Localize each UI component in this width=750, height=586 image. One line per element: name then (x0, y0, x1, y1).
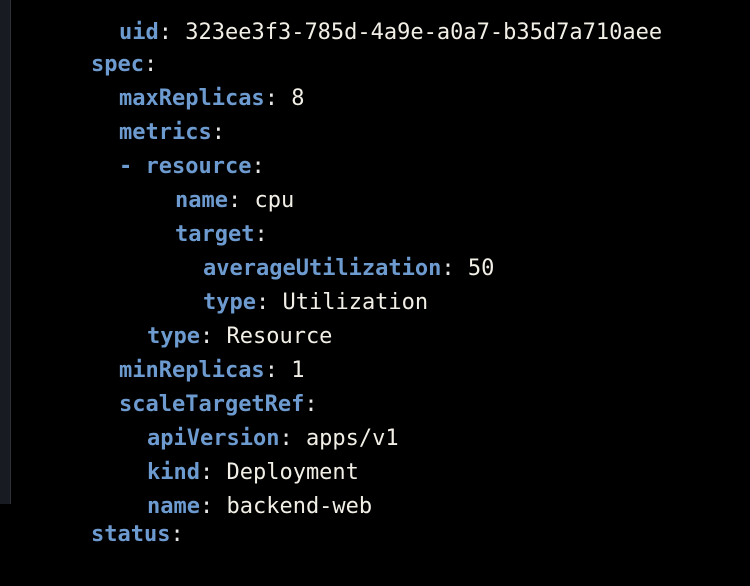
code-line-metrics[interactable]: metrics: (66, 82, 225, 145)
code-line-minreplicas[interactable]: minReplicas: 1 (66, 320, 304, 383)
yaml-key: status (90, 522, 171, 547)
code-line-type-utilization[interactable]: type: Utilization (150, 252, 428, 315)
yaml-editor[interactable]: uid: 323ee3f3-785d-4a9e-a0a7-b35d7a710ae… (0, 0, 750, 547)
yaml-value: 323ee3f3-785d-4a9e-a0a7-b35d7a710aee (185, 20, 663, 45)
code-line-resource[interactable]: - resource: (66, 116, 265, 179)
code-line-target[interactable]: target: (122, 184, 268, 247)
code-line-scaletargetref[interactable]: scaleTargetRef: (66, 354, 318, 417)
code-line-averageutilization[interactable]: averageUtilization: 50 (150, 218, 494, 281)
code-line-type-resource[interactable]: type: Resource (94, 286, 332, 349)
yaml-value: 50 (467, 256, 495, 281)
code-line-apiversion[interactable]: apiVersion: apps/v1 (94, 388, 399, 451)
yaml-value: backend-web (226, 494, 373, 519)
code-line-spec[interactable]: spec: (38, 14, 157, 77)
code-line-kind[interactable]: kind: Deployment (94, 422, 359, 485)
code-line-maxreplicas[interactable]: maxReplicas: 8 (66, 48, 304, 111)
yaml-value: 8 (291, 86, 305, 111)
code-line-status[interactable]: status: (38, 484, 184, 547)
code-line-name-cpu[interactable]: name: cpu (122, 150, 294, 213)
